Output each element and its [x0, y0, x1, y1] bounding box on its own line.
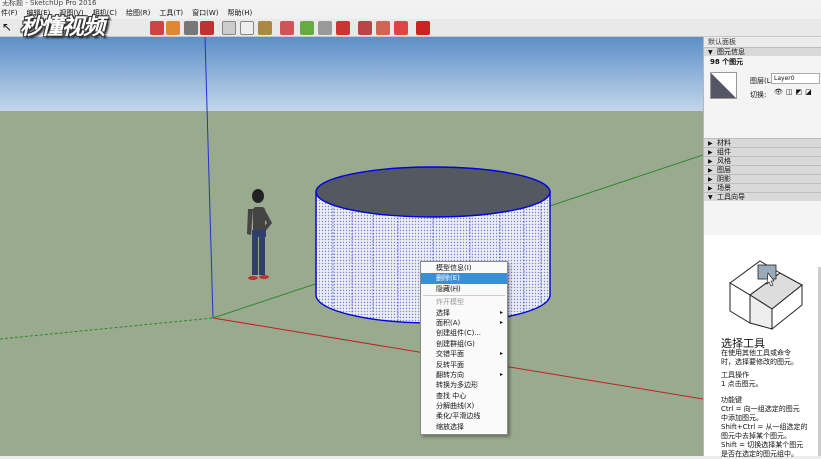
rotate-tool-icon[interactable]	[166, 21, 180, 35]
menu-file[interactable]: 件(F)	[1, 7, 18, 19]
ctx-soften-edges[interactable]: 柔化/平滑边线	[421, 411, 507, 421]
section-shadows-label: 阴影	[717, 175, 731, 183]
ctx-convert-polygon[interactable]: 转换为多边形	[421, 380, 507, 390]
scale-tool-icon[interactable]	[184, 21, 198, 35]
model-viewport[interactable]	[0, 37, 703, 456]
zoom-tool-icon[interactable]	[318, 21, 332, 35]
expanded-arrow-icon: ▼	[708, 49, 713, 56]
ctx-make-group[interactable]: 创建群组(G)	[421, 339, 507, 349]
section-materials[interactable]: ▶ 材料	[704, 138, 821, 147]
section-components-label: 组件	[717, 148, 731, 156]
submenu-arrow-icon: ▸	[499, 318, 503, 326]
material-swatch[interactable]	[710, 72, 737, 99]
lock-icon[interactable]: ◫	[786, 88, 793, 96]
scene-canvas	[0, 37, 703, 456]
window-title: 无标题 - SketchUp Pro 2016	[0, 0, 821, 7]
menu-window[interactable]: 窗口(W)	[192, 7, 218, 19]
section-components[interactable]: ▶ 组件	[704, 147, 821, 156]
ctx-area-label: 面积(A)	[436, 318, 461, 327]
submenu-arrow-icon: ▸	[499, 350, 503, 358]
ctx-entity-info[interactable]: 模型信息(I)	[421, 263, 507, 273]
default-tray: 默认面板 ▼ 图元信息 98 个图元 图层(L): Layer0 切换: 👁 ◫ …	[703, 37, 821, 458]
instructor-key-text: Ctrl = 向一组选定的图元 中添加图元。 Shift+Ctrl = 从一组选…	[721, 405, 808, 458]
toggle-icons: 👁 ◫ ◩ ◪	[774, 88, 812, 96]
ctx-hide[interactable]: 隐藏(H)	[421, 284, 507, 294]
ctx-zoom-selection[interactable]: 缩放选择	[421, 422, 507, 432]
sky	[0, 37, 703, 111]
watermark-logo: 秒懂视频	[20, 15, 105, 40]
ctx-reverse-faces[interactable]: 反转平面	[421, 360, 507, 370]
warehouse-icon[interactable]	[358, 21, 372, 35]
pushpull-tool-icon[interactable]	[200, 21, 214, 35]
shadow-receive-icon[interactable]: ◪	[805, 88, 812, 96]
sketchup-window: 无标题 - SketchUp Pro 2016 件(F) 编辑(E) 视图(V)…	[0, 0, 821, 458]
entity-info-body: 图层(L): Layer0 切换: 👁 ◫ ◩ ◪	[704, 68, 821, 138]
ctx-intersect[interactable]: 交错平面 ▸	[421, 349, 507, 359]
section-instructor-label: 工具向导	[717, 193, 745, 201]
instructor-op-text: 1 点击图元。	[721, 380, 763, 388]
instructor-key-title: 功能键	[721, 396, 742, 404]
instructor-desc: 在使用其他工具或命令 时，选择要修改的图元。	[721, 349, 798, 366]
instructor-op-title: 工具操作	[721, 371, 749, 379]
ctx-intersect-label: 交错平面	[436, 350, 464, 359]
tape-tool-icon[interactable]	[222, 21, 236, 35]
instructor-body: 选择工具 在使用其他工具或命令 时，选择要修改的图元。 工具操作 1 点击图元。…	[704, 235, 821, 458]
paint-tool-icon[interactable]	[258, 21, 272, 35]
section-layers-label: 图层	[717, 166, 731, 174]
section-materials-label: 材料	[717, 139, 731, 147]
entity-info-title: 图元信息	[717, 48, 745, 56]
section-styles[interactable]: ▶ 风格	[704, 156, 821, 165]
section-layers[interactable]: ▶ 图层	[704, 165, 821, 174]
ctx-delete[interactable]: 删除(E)	[421, 273, 507, 284]
ctx-select-label: 选择	[436, 308, 450, 317]
ctx-explode-curve[interactable]: 分解曲线(X)	[421, 401, 507, 411]
submenu-arrow-icon: ▸	[499, 308, 503, 316]
main-toolbar	[0, 19, 821, 37]
toggle-label: 切换:	[750, 91, 767, 99]
ctx-find-center[interactable]: 查找 中心	[421, 391, 507, 401]
select-tool-icon[interactable]	[2, 21, 16, 35]
visible-eye-icon[interactable]: 👁	[774, 88, 783, 96]
share-model-icon[interactable]	[376, 21, 390, 35]
instructor-house-illustration	[729, 260, 803, 331]
mouse-cursor-icon: ☝	[452, 281, 460, 295]
menu-tools[interactable]: 工具(T)	[159, 7, 183, 19]
section-instructor[interactable]: ▼ 工具向导	[704, 192, 821, 201]
orbit-tool-icon[interactable]	[280, 21, 294, 35]
pan-tool-icon[interactable]	[300, 21, 314, 35]
menu-draw[interactable]: 绘图(R)	[126, 7, 150, 19]
context-menu: 模型信息(I) 删除(E) 隐藏(H) 炸开模型 选择 ▸ 面积(A) ▸ 创建组件…	[420, 261, 508, 435]
expanded-arrow-icon: ▼	[708, 194, 713, 201]
section-scenes-label: 场景	[717, 184, 731, 192]
shadow-cast-icon[interactable]: ◩	[796, 88, 803, 96]
menu-bar: 件(F) 编辑(E) 视图(V) 相机(C) 绘图(R) 工具(T) 窗口(W)…	[0, 7, 821, 19]
ctx-flip[interactable]: 翻转方向 ▸	[421, 370, 507, 380]
text-tool-icon[interactable]	[240, 21, 254, 35]
move-tool-icon[interactable]	[150, 21, 164, 35]
section-scenes[interactable]: ▶ 场景	[704, 183, 821, 192]
zoom-extents-icon[interactable]	[336, 21, 350, 35]
menu-help[interactable]: 帮助(H)	[227, 7, 252, 19]
submenu-arrow-icon: ▸	[499, 370, 503, 378]
ctx-separator	[423, 295, 505, 297]
ctx-flip-label: 翻转方向	[436, 370, 464, 379]
section-styles-label: 风格	[717, 157, 731, 165]
tray-title: 默认面板	[704, 37, 821, 47]
ruby-icon[interactable]	[416, 21, 430, 35]
ctx-make-component[interactable]: 创建组件(C)...	[421, 328, 507, 338]
ctx-area[interactable]: 面积(A) ▸	[421, 318, 507, 328]
layer-dropdown[interactable]: Layer0	[771, 73, 820, 84]
entity-info-header[interactable]: ▼ 图元信息	[704, 47, 821, 56]
entity-count: 98 个图元	[710, 58, 744, 66]
extension-icon[interactable]	[394, 21, 408, 35]
ctx-explode: 炸开模型	[436, 298, 464, 307]
ctx-select[interactable]: 选择 ▸	[421, 308, 507, 318]
section-shadows[interactable]: ▶ 阴影	[704, 174, 821, 183]
